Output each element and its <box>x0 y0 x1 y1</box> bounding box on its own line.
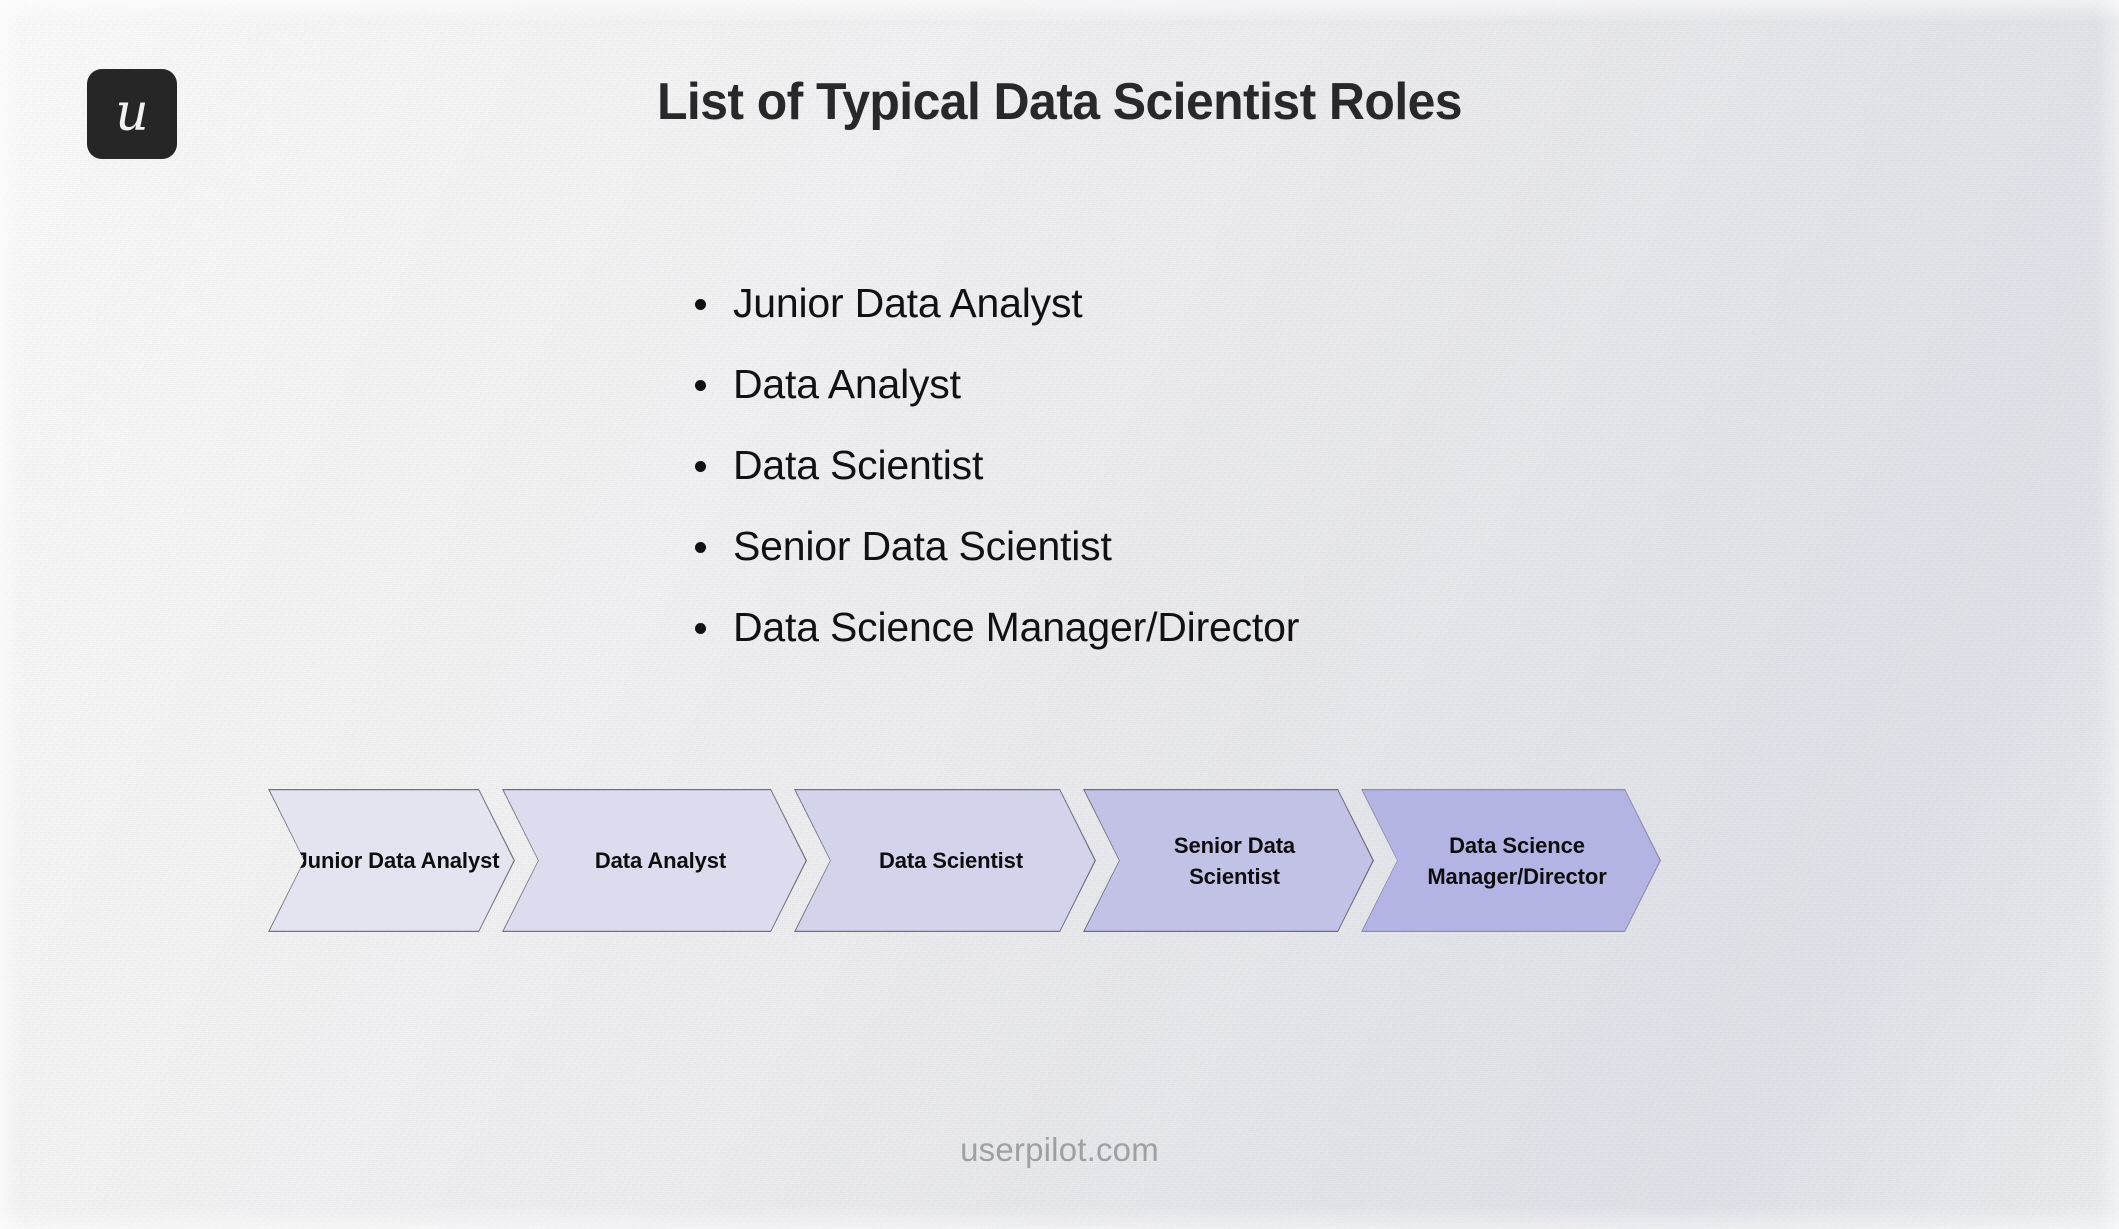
chevron-step-label: Data Scientist <box>878 848 1024 873</box>
list-item: Senior Data Scientist <box>693 519 1299 573</box>
list-item-label: Junior Data Analyst <box>733 280 1083 326</box>
chevron-step[interactable]: Junior Data Analyst <box>268 789 515 932</box>
chevron-step[interactable]: Data Scientist <box>794 789 1096 932</box>
chevron-step[interactable]: Data Science Manager/Director <box>1361 789 1661 932</box>
roles-bullet-list: Junior Data Analyst Data Analyst Data Scie… <box>693 276 1299 654</box>
footer-watermark: userpilot.com <box>960 1131 1159 1168</box>
list-item-label: Data Science Manager/Director <box>733 604 1300 650</box>
chevron-step-label: Data Analyst <box>594 848 727 873</box>
list-item: Data Scientist <box>693 438 1299 492</box>
chevron-step[interactable]: Data Analyst <box>502 789 807 932</box>
bullet-dot-icon <box>695 542 706 553</box>
bullet-dot-icon <box>695 623 706 634</box>
list-item-label: Data Scientist <box>733 442 984 488</box>
list-item: Junior Data Analyst <box>693 276 1299 330</box>
list-item: Data Science Manager/Director <box>693 600 1299 654</box>
list-item-label: Senior Data Scientist <box>733 523 1112 569</box>
bullet-dot-icon <box>695 461 706 472</box>
chevron-step-label: Senior Data Scientist <box>1173 832 1296 889</box>
chevron-step-label: Junior Data Analyst <box>295 848 500 873</box>
bullet-dot-icon <box>695 380 706 391</box>
bullet-dot-icon <box>695 299 706 310</box>
chevron-step[interactable]: Senior Data Scientist <box>1083 789 1374 932</box>
list-item-label: Data Analyst <box>733 361 961 407</box>
chevron-flow: Junior Data Analyst Data Analyst Data Scie… <box>268 789 1648 932</box>
slide-canvas: u List of Typical Data Scientist Roles J… <box>0 0 2119 1229</box>
page-title: List of Typical Data Scientist Roles <box>656 73 1463 131</box>
chevron-step-label: Data Science Manager/Director <box>1427 832 1607 889</box>
list-item: Data Analyst <box>693 357 1299 411</box>
